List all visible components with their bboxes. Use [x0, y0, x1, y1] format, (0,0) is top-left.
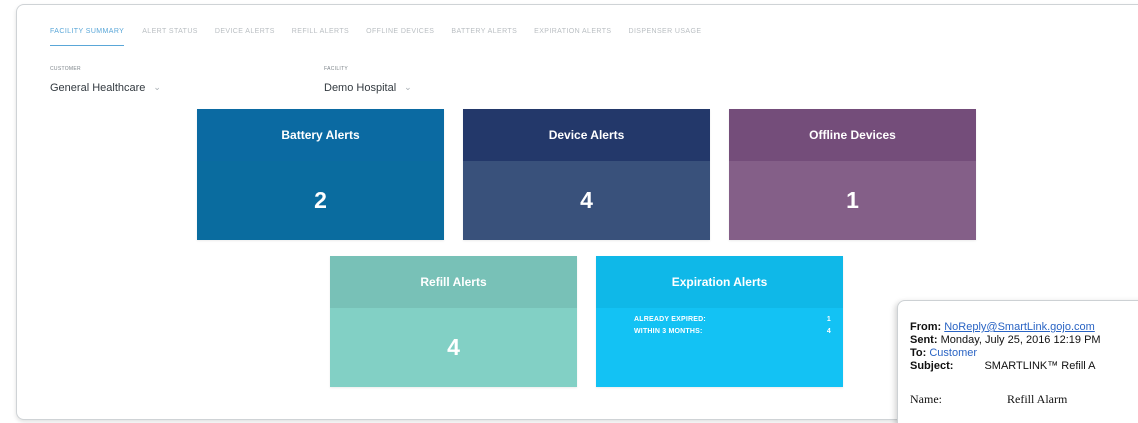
battery-alerts-tile[interactable]: Battery Alerts 2 — [197, 109, 444, 240]
tile-title: Device Alerts — [463, 109, 710, 161]
email-sent-line: Sent: Monday, July 25, 2016 12:19 PM — [910, 334, 1138, 347]
email-to-value: Customer — [929, 347, 978, 359]
expiration-alerts-tile[interactable]: Expiration Alerts ALREADY EXPIRED: 1 WIT… — [596, 256, 843, 387]
email-subject-label: Subject: — [910, 360, 954, 372]
tab-dispenser-usage[interactable]: DISPENSER USAGE — [629, 22, 702, 46]
expiration-row-label: ALREADY EXPIRED: — [634, 316, 706, 323]
email-sent-label: Sent: — [910, 334, 938, 346]
tile-title: Refill Alerts — [330, 256, 577, 308]
tab-alert-status[interactable]: ALERT STATUS — [142, 22, 198, 46]
customer-filter[interactable]: CUSTOMER General Healthcare ⌄ — [50, 66, 161, 96]
tab-offline-devices[interactable]: OFFLINE DEVICES — [366, 22, 434, 46]
tab-facility-summary[interactable]: FACILITY SUMMARY — [50, 22, 125, 46]
tab-bar: FACILITY SUMMARY ALERT STATUS DEVICE ALE… — [50, 22, 718, 46]
email-subject-value: SMARTLINK™ Refill A — [984, 360, 1096, 372]
tile-count: 4 — [463, 161, 710, 240]
email-name-value: Refill Alarm — [1007, 392, 1068, 406]
email-subject-line: Subject: SMARTLINK™ Refill A — [910, 360, 1138, 373]
tile-count: 2 — [197, 161, 444, 240]
customer-filter-label: CUSTOMER — [50, 66, 81, 72]
email-to-label: To: — [910, 347, 927, 359]
tile-count: 4 — [330, 308, 577, 387]
tile-title: Expiration Alerts — [596, 256, 843, 308]
expiration-row-label: WITHIN 3 MONTHS: — [634, 328, 703, 335]
customer-select[interactable]: General Healthcare — [50, 82, 145, 94]
email-name-label: Name: — [910, 392, 942, 406]
tab-refill-alerts[interactable]: REFILL ALERTS — [292, 22, 349, 46]
tile-title: Offline Devices — [729, 109, 976, 161]
offline-devices-tile[interactable]: Offline Devices 1 — [729, 109, 976, 240]
expiration-row-already-expired: ALREADY EXPIRED: 1 — [634, 316, 831, 323]
expiration-row-within-3-months: WITHIN 3 MONTHS: 4 — [634, 328, 831, 335]
email-name-row: Name: Refill Alarm — [910, 392, 1138, 407]
screen: FACILITY SUMMARY ALERT STATUS DEVICE ALE… — [0, 0, 1138, 423]
tab-expiration-alerts[interactable]: EXPIRATION ALERTS — [534, 22, 611, 46]
email-from-line: From: NoReply@SmartLink.gojo.com — [910, 321, 1138, 334]
expiration-row-value: 1 — [826, 316, 831, 323]
email-sent-value: Monday, July 25, 2016 12:19 PM — [940, 334, 1101, 346]
facility-select[interactable]: Demo Hospital — [324, 82, 396, 94]
refill-alerts-tile[interactable]: Refill Alerts 4 — [330, 256, 577, 387]
device-alerts-tile[interactable]: Device Alerts 4 — [463, 109, 710, 240]
email-from-link[interactable]: NoReply@SmartLink.gojo.com — [944, 321, 1095, 333]
chevron-down-icon[interactable]: ⌄ — [404, 82, 412, 93]
facility-filter[interactable]: FACILITY Demo Hospital ⌄ — [324, 66, 412, 96]
email-from-label: From: — [910, 321, 942, 333]
expiration-breakdown: ALREADY EXPIRED: 1 WITHIN 3 MONTHS: 4 — [596, 308, 843, 387]
tab-battery-alerts[interactable]: BATTERY ALERTS — [451, 22, 517, 46]
expiration-row-value: 4 — [826, 328, 831, 335]
tile-count: 1 — [729, 161, 976, 240]
tile-title: Battery Alerts — [197, 109, 444, 161]
email-notification-preview: From: NoReply@SmartLink.gojo.com Sent: M… — [897, 300, 1138, 423]
chevron-down-icon[interactable]: ⌄ — [153, 82, 161, 93]
facility-filter-label: FACILITY — [324, 66, 349, 72]
tab-device-alerts[interactable]: DEVICE ALERTS — [215, 22, 275, 46]
email-to-line: To: Customer — [910, 347, 1138, 360]
